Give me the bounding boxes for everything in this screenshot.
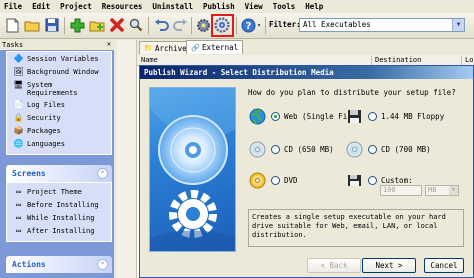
next-button[interactable]: Next > xyxy=(362,258,416,273)
screen-icon: ▭ xyxy=(16,200,21,209)
svg-text:?: ? xyxy=(245,21,251,32)
distribution-question: How do you plan to distribute your setup… xyxy=(248,88,456,97)
lock-icon: 🔒 xyxy=(13,113,24,122)
menu-file[interactable]: File xyxy=(4,2,22,11)
custom-unit-select[interactable]: MB ▼ xyxy=(425,185,459,196)
chevron-up-icon[interactable]: ⌃ xyxy=(97,168,108,179)
screens-header[interactable]: Screens ⌃ xyxy=(6,165,112,182)
new-file-icon[interactable] xyxy=(3,16,21,34)
option-cd-650[interactable]: CD (650 MB) xyxy=(248,140,334,158)
radio-cd-650[interactable] xyxy=(271,144,280,154)
tab-external[interactable]: 🔗 External xyxy=(186,40,244,54)
task-session-variables[interactable]: 🔷 Session Variables xyxy=(14,54,99,63)
wizard-disc-gear-illustration xyxy=(150,88,235,251)
screen-icon: ▭ xyxy=(16,213,21,222)
tasks-pane: Tasks ✕ 🔷 Session Variables 🖼 Background W… xyxy=(0,40,114,278)
column-location[interactable]: Lo xyxy=(465,56,473,64)
delete-icon[interactable] xyxy=(108,16,126,34)
radio-dvd[interactable] xyxy=(271,175,280,185)
option-floppy[interactable]: 1.44 MB Floppy xyxy=(345,107,444,125)
chevron-down-icon[interactable]: ▼ xyxy=(449,186,458,195)
chevron-down-icon[interactable]: ▼ xyxy=(452,19,464,31)
save-icon[interactable] xyxy=(43,16,61,34)
package-icon: 📦 xyxy=(13,126,24,135)
undo-icon[interactable] xyxy=(152,16,170,34)
help-dropdown-chevron-icon[interactable]: ▾ xyxy=(255,16,263,34)
screen-before-installing[interactable]: ▭ Before Installing xyxy=(14,200,99,209)
task-system-requirements-line2: Requirements xyxy=(27,89,78,97)
redo-icon[interactable] xyxy=(171,16,189,34)
back-button[interactable]: < Back xyxy=(307,258,361,273)
cd-icon xyxy=(248,140,266,158)
filter-label: Filter: xyxy=(269,20,301,29)
menu-project[interactable]: Project xyxy=(60,2,92,11)
log-icon: 📄 xyxy=(13,100,24,109)
system-icon: 🖥 xyxy=(13,80,24,89)
menu-view[interactable]: View xyxy=(245,2,263,11)
option-cd-700[interactable]: CD (700 MB) xyxy=(345,140,431,158)
task-background-window[interactable]: 🖼 Background Window xyxy=(13,67,98,76)
search-icon[interactable] xyxy=(127,16,145,34)
radio-web-single-file[interactable] xyxy=(271,111,280,121)
globe-icon xyxy=(248,107,266,125)
radio-floppy[interactable] xyxy=(368,111,377,121)
external-icon: 🔗 xyxy=(191,43,200,52)
menu-tools[interactable]: Tools xyxy=(273,2,296,11)
task-security[interactable]: 🔒 Security xyxy=(14,113,61,122)
menu-resources[interactable]: Resources xyxy=(102,2,143,11)
menu-help[interactable]: Help xyxy=(305,2,323,11)
cd-icon xyxy=(345,140,363,158)
menu-bar: File Edit Project Resources Uninstall Pu… xyxy=(0,0,474,13)
variables-icon: 🔷 xyxy=(13,54,24,63)
add-folder-icon[interactable] xyxy=(88,16,106,34)
dvd-icon xyxy=(248,171,266,189)
cancel-button[interactable]: Cancel xyxy=(424,258,464,273)
custom-unit-value: MB xyxy=(428,186,437,194)
option-web-single-file[interactable]: Web (Single Fi xyxy=(248,107,347,125)
open-folder-icon[interactable] xyxy=(23,16,41,34)
publish-wizard-dialog: Publish Wizard - Select Distribution Med… xyxy=(139,65,474,278)
tasks-title: Tasks xyxy=(0,40,114,50)
file-tabs: 📁 Archive 🔗 External xyxy=(137,40,474,54)
tab-archive[interactable]: 📁 Archive xyxy=(139,41,192,54)
actions-header[interactable]: Actions ⌃ xyxy=(6,256,112,273)
dialog-title: Publish Wizard - Select Distribution Med… xyxy=(140,66,473,79)
column-destination[interactable]: Destination xyxy=(375,56,421,64)
task-log-files[interactable]: 📄 Log Files xyxy=(14,100,65,109)
screen-after-installing[interactable]: ▭ After Installing xyxy=(14,226,94,235)
radio-custom[interactable] xyxy=(368,175,377,185)
window-icon: 🖼 xyxy=(13,67,24,76)
add-icon[interactable] xyxy=(68,16,86,34)
task-system-requirements[interactable]: 🖥 System xyxy=(13,80,52,89)
option-dvd[interactable]: DVD xyxy=(248,171,298,189)
globe-icon: 🌐 xyxy=(13,139,24,148)
custom-size-input[interactable]: 100 xyxy=(380,185,422,196)
screen-icon: ▭ xyxy=(16,226,21,235)
task-packages[interactable]: 📦 Packages xyxy=(14,126,61,135)
toolbar: ? ▾ Filter: All Executables ▼ xyxy=(0,13,474,39)
task-languages[interactable]: 🌐 Languages xyxy=(14,139,65,148)
floppy-icon xyxy=(345,107,363,125)
chevron-up-icon[interactable]: ⌃ xyxy=(97,259,108,270)
wizard-banner-image xyxy=(149,87,236,252)
filter-select[interactable]: All Executables ▼ xyxy=(299,18,465,32)
custom-drive-icon xyxy=(345,171,363,189)
column-name[interactable]: Name xyxy=(141,56,158,64)
option-description: Creates a single setup executable on you… xyxy=(248,209,464,247)
screen-while-installing[interactable]: ▭ While Installing xyxy=(14,213,94,222)
menu-uninstall[interactable]: Uninstall xyxy=(152,2,193,11)
theme-icon: ▭ xyxy=(16,187,21,196)
menu-publish[interactable]: Publish xyxy=(203,2,235,11)
build-gear-icon[interactable] xyxy=(194,16,212,34)
screen-project-theme[interactable]: ▭ Project Theme xyxy=(14,187,82,196)
menu-edit[interactable]: Edit xyxy=(32,2,50,11)
radio-cd-700[interactable] xyxy=(368,144,377,154)
close-icon[interactable]: ✕ xyxy=(107,40,111,48)
filter-value: All Executables xyxy=(303,20,371,29)
publish-highlight-box xyxy=(211,14,234,37)
archive-icon: 📁 xyxy=(144,44,153,52)
tasks-scrollbar[interactable] xyxy=(123,40,137,278)
